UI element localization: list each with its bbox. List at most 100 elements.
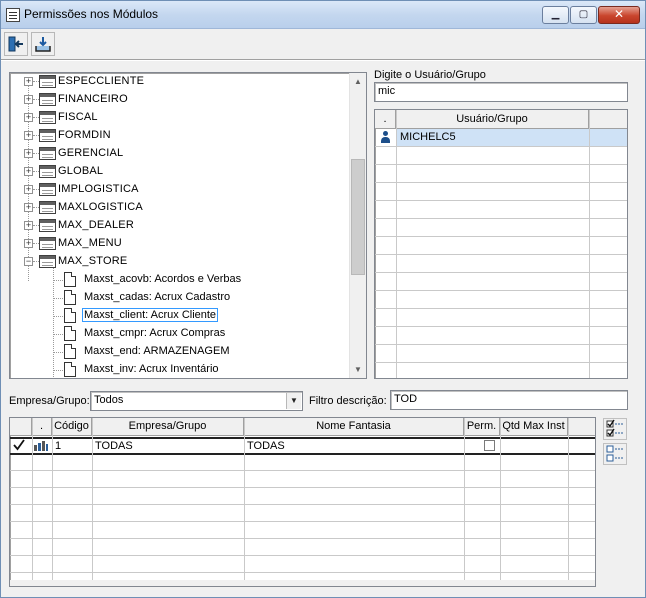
user-name-cell[interactable]: MICHELC5 [400, 131, 456, 143]
document-icon [64, 326, 76, 341]
description-filter-input[interactable]: TOD [390, 390, 628, 410]
module-folder-icon [39, 129, 56, 142]
empresa-col-qtd[interactable]: Qtd Max Inst [500, 418, 568, 436]
export-button[interactable] [31, 32, 55, 56]
collapse-toggle[interactable]: − [24, 257, 33, 266]
empresa-col-indicator [10, 418, 32, 436]
minimize-button[interactable]: ▁ [542, 6, 569, 24]
expand-toggle[interactable]: + [24, 113, 33, 122]
exit-door-icon [8, 36, 23, 52]
title-bar: Permissões nos Módulos ▁ ▢ ✕ [1, 1, 645, 29]
tree-connector [53, 298, 63, 299]
checkmark-icon [13, 439, 25, 451]
grid-divider [10, 572, 595, 573]
row-bottom-border [10, 453, 595, 455]
tree-node-label: IMPLOGISTICA [58, 183, 139, 195]
expand-toggle[interactable]: + [24, 149, 33, 158]
check-all-button[interactable] [603, 418, 627, 440]
user-icon [380, 131, 391, 144]
row-top-border [10, 437, 595, 439]
tree-node-label: GERENCIAL [58, 147, 124, 159]
grid-divider [10, 470, 595, 471]
grid-divider [375, 344, 627, 345]
uncheck-all-button[interactable] [603, 443, 627, 465]
module-folder-icon [39, 75, 56, 88]
user-grid-col-extra [589, 110, 627, 129]
tree-node-label: MAXLOGISTICA [58, 201, 143, 213]
grid-divider [10, 538, 595, 539]
empresa-col-empresa[interactable]: Empresa/Grupo [92, 418, 244, 436]
empresa-codigo-cell[interactable]: 1 [55, 440, 61, 452]
permissions-window: Permissões nos Módulos ▁ ▢ ✕ + ESPECCLIE… [0, 0, 646, 598]
expand-toggle[interactable]: + [24, 131, 33, 140]
scroll-thumb[interactable] [351, 159, 365, 275]
tree-node-label: ESPECCLIENTE [58, 75, 145, 87]
user-grid-col-user[interactable]: Usuário/Grupo [396, 110, 589, 129]
tree-leaf-label: Maxst_inv: Acrux Inventário [84, 363, 219, 375]
grid-divider [375, 182, 627, 183]
module-tree[interactable]: + ESPECCLIENTE + FINANCEIRO + FISCAL + F… [9, 72, 367, 379]
grid-divider [375, 218, 627, 219]
user-grid-col-dot: . [375, 110, 396, 129]
export-tray-icon [35, 37, 51, 52]
document-icon [64, 362, 76, 377]
user-search-input[interactable]: mic [374, 82, 628, 102]
toolbar-separator [1, 59, 645, 61]
empresa-fantasia-cell[interactable]: TODAS [247, 440, 285, 452]
empresa-grid-hscrollbar[interactable] [10, 580, 595, 586]
tree-leaf-label-selected: Maxst_client: Acrux Cliente [82, 308, 219, 322]
grid-divider [10, 555, 595, 556]
tree-node-label: GLOBAL [58, 165, 104, 177]
user-search-label: Digite o Usuário/Grupo [374, 69, 486, 81]
tree-connector [53, 352, 63, 353]
exit-button[interactable] [4, 32, 28, 56]
expand-toggle[interactable]: + [24, 239, 33, 248]
grid-divider [375, 164, 627, 165]
tree-connector [53, 280, 63, 281]
close-button[interactable]: ✕ [598, 6, 640, 24]
uncheck-all-icon [606, 445, 623, 462]
tree-leaf-label: Maxst_cadas: Acrux Cadastro [84, 291, 231, 303]
expand-toggle[interactable]: + [24, 203, 33, 212]
tree-node-label: MAX_STORE [58, 255, 128, 267]
empresa-select[interactable]: Todos ▼ [90, 391, 303, 411]
expand-toggle[interactable]: + [24, 167, 33, 176]
chevron-down-icon[interactable]: ▼ [286, 393, 301, 409]
scroll-down-arrow-icon[interactable]: ▼ [350, 361, 366, 378]
permission-checkbox[interactable] [484, 440, 495, 451]
grid-divider [500, 418, 501, 586]
grid-divider [464, 418, 465, 586]
expand-toggle[interactable]: + [24, 95, 33, 104]
maximize-button[interactable]: ▢ [570, 6, 597, 24]
tree-connector [28, 81, 29, 281]
empresa-col-fantasia[interactable]: Nome Fantasia [244, 418, 464, 436]
module-folder-icon [39, 93, 56, 106]
grid-divider [589, 110, 590, 378]
grid-divider [375, 236, 627, 237]
module-folder-icon [39, 147, 56, 160]
empresa-grid[interactable]: . Código Empresa/Grupo Nome Fantasia Per… [9, 417, 596, 587]
document-icon [64, 308, 76, 323]
expand-toggle[interactable]: + [24, 221, 33, 230]
empresa-col-perm[interactable]: Perm. [464, 418, 500, 436]
tree-node-label: FORMDIN [58, 129, 111, 141]
empresa-col-extra [568, 418, 595, 436]
grid-divider [375, 146, 627, 147]
expand-toggle[interactable]: + [24, 185, 33, 194]
expand-toggle[interactable]: + [24, 77, 33, 86]
grid-divider [10, 504, 595, 505]
empresa-name-cell[interactable]: TODAS [95, 440, 133, 452]
empresa-col-codigo[interactable]: Código [52, 418, 92, 436]
module-folder-icon [39, 255, 56, 268]
grid-divider [32, 418, 33, 586]
module-folder-icon [39, 111, 56, 124]
tree-leaf-label: Maxst_acovb: Acordos e Verbas [84, 273, 242, 285]
user-grid[interactable]: . Usuário/Grupo MICHELC5 [374, 109, 628, 379]
scroll-up-arrow-icon[interactable]: ▲ [350, 73, 366, 90]
grid-divider [396, 110, 397, 378]
description-filter-label: Filtro descrição: [309, 395, 387, 407]
window-title: Permissões nos Módulos [24, 7, 159, 21]
window-icon [6, 8, 20, 22]
tree-node-label: FISCAL [58, 111, 98, 123]
tree-scrollbar[interactable]: ▲ ▼ [349, 73, 366, 378]
